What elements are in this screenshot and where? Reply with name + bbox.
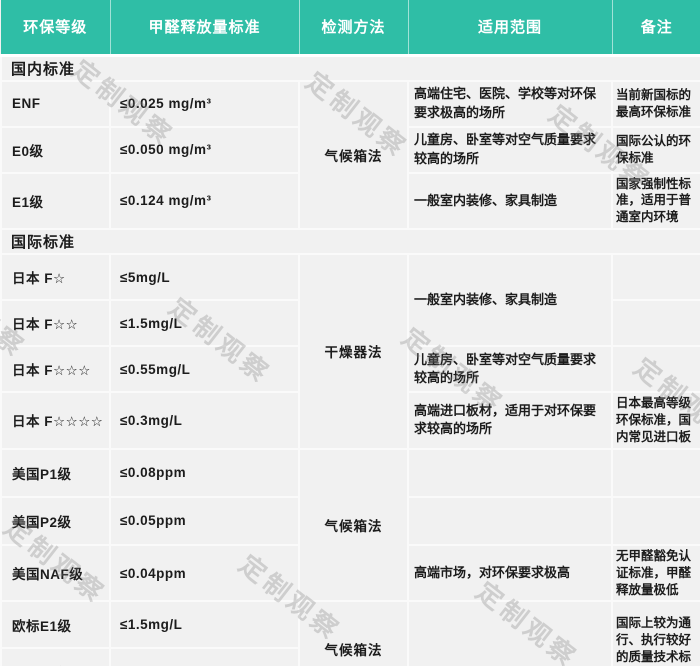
cell-value: ≤0.04ppm xyxy=(109,543,300,603)
section-row-international: 国际标准 xyxy=(0,228,700,256)
cell-grade: E0级 xyxy=(0,125,111,174)
cell-note-empty xyxy=(611,495,700,546)
cell-scope: 高端市场，对环保要求极高 xyxy=(407,543,613,603)
cell-value: ≤0.025 mg/m³ xyxy=(109,79,300,128)
cell-note: 国际公认的环保标准 xyxy=(611,125,700,174)
cell-grade: ENF xyxy=(0,79,111,128)
cell-value: ≤1.5mg/L xyxy=(109,600,300,650)
cell-note-empty xyxy=(611,253,700,302)
cell-note-empty xyxy=(611,345,700,394)
table-row-enf: ENF ≤0.025 mg/m³ 气候箱法 高端住宅、医院、学校等对环保要求极高… xyxy=(0,79,700,231)
cell-note-empty xyxy=(611,299,700,348)
cell-value: ≤0.3mg/L xyxy=(109,391,300,450)
cell-scope: 高端住宅、医院、学校等对环保要求极高的场所 xyxy=(407,79,613,128)
cell-grade: 日本 F☆☆ xyxy=(0,299,111,348)
cell-scope: 一般室内装修、家具制造 xyxy=(407,171,613,231)
table-row-us-p1: 美国P1级 ≤0.08ppm 气候箱法 xyxy=(0,447,700,603)
col-header-grade: 环保等级 xyxy=(1,0,110,57)
cell-grade: 日本 F☆ xyxy=(0,253,111,302)
col-header-note: 备注 xyxy=(611,0,700,57)
table-header-row: 环保等级 甲醛释放量标准 检测方法 适用范围 备注 xyxy=(1,0,700,57)
cell-grade: E1级 xyxy=(0,171,111,231)
cell-value: ≤0.05ppm xyxy=(109,495,300,546)
cell-note: 国际上较为通行、执行较好的质量技术标准 xyxy=(611,600,700,666)
cell-grade: 美国P1级 xyxy=(0,447,111,498)
table-row-eu-e1: 欧标E1级 ≤1.5mg/L 气候箱法 国际上较为通行、执行较好的质量技术标准 xyxy=(0,600,700,666)
cell-value: ≤1.5mg/L xyxy=(109,299,300,348)
cell-note: 无甲醛豁免认证标准，甲醛释放量极低 xyxy=(611,543,700,603)
cell-scope: 儿童房、卧室等对空气质量要求较高的场所 xyxy=(407,125,613,174)
section-row-domestic: 国内标准 xyxy=(0,54,700,82)
cell-note: 日本最高等级环保标准，国内常见进口板 xyxy=(611,391,700,450)
formaldehyde-standards-page: 环保等级 甲醛释放量标准 检测方法 适用范围 备注 国内标准 ENF ≤0.02… xyxy=(0,0,700,666)
cell-method-domestic: 气候箱法 xyxy=(298,79,409,231)
col-header-standard: 甲醛释放量标准 xyxy=(109,0,299,57)
cell-scope: 儿童房、卧室等对空气质量要求较高的场所 xyxy=(407,345,613,394)
cell-scope-empty xyxy=(407,495,613,546)
cell-scope: 一般室内装修、家具制造 xyxy=(407,253,613,348)
col-header-scope: 适用范围 xyxy=(407,0,612,57)
cell-grade: 欧标E2级 xyxy=(0,647,111,666)
section-label-domestic: 国内标准 xyxy=(0,54,700,82)
cell-method-japan: 干燥器法 xyxy=(298,253,409,450)
cell-note: 当前新国标的最高环保标准 xyxy=(611,79,700,128)
cell-note-empty xyxy=(611,447,700,498)
cell-value: ≤0.5mg/L xyxy=(109,647,300,666)
cell-grade: 美国P2级 xyxy=(0,495,111,546)
col-header-method: 检测方法 xyxy=(298,0,408,57)
cell-value: ≤0.08ppm xyxy=(109,447,300,498)
cell-grade: 日本 F☆☆☆ xyxy=(0,345,111,394)
section-label-international: 国际标准 xyxy=(0,228,700,256)
cell-note: 国家强制性标准，适用于普通室内环境 xyxy=(611,171,700,231)
cell-value: ≤0.124 mg/m³ xyxy=(109,171,300,231)
cell-scope: 高端进口板材，适用于对环保要求较高的场所 xyxy=(407,391,613,450)
cell-grade: 日本 F☆☆☆☆ xyxy=(0,391,111,450)
cell-method-us: 气候箱法 xyxy=(298,447,409,603)
formaldehyde-standards-table: 环保等级 甲醛释放量标准 检测方法 适用范围 备注 国内标准 ENF ≤0.02… xyxy=(0,0,700,666)
cell-method-eu: 气候箱法 xyxy=(298,600,409,666)
cell-scope-empty xyxy=(407,447,613,498)
cell-scope-empty xyxy=(407,600,613,666)
cell-grade: 欧标E1级 xyxy=(0,600,111,650)
cell-value: ≤5mg/L xyxy=(109,253,300,302)
table-row-japan-f1: 日本 F☆ ≤5mg/L 干燥器法 一般室内装修、家具制造 xyxy=(0,253,700,450)
cell-grade: 美国NAF级 xyxy=(0,543,111,603)
cell-value: ≤0.050 mg/m³ xyxy=(109,125,300,174)
cell-value: ≤0.55mg/L xyxy=(109,345,300,394)
